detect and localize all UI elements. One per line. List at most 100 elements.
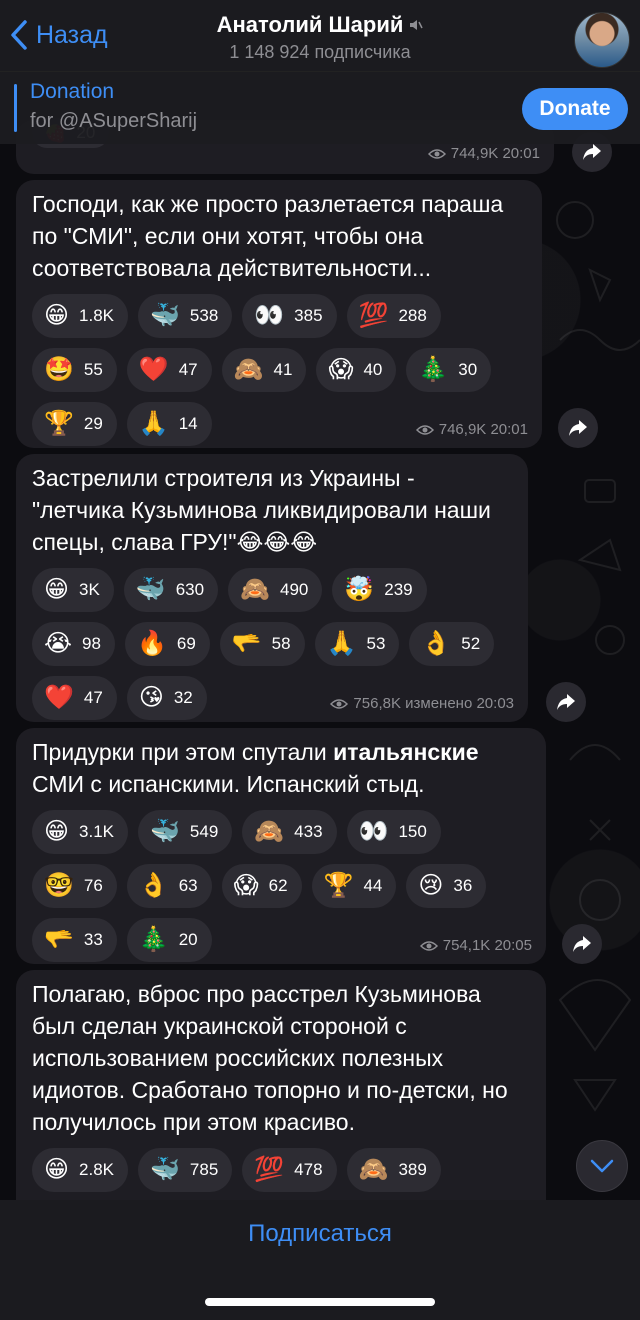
- message-text: Господи, как же просто разлетается параш…: [32, 191, 504, 281]
- reaction-chip[interactable]: 🤯 239: [332, 568, 427, 612]
- reaction-count: 47: [83, 688, 103, 707]
- reaction-emoji: 😱: [233, 872, 259, 899]
- reaction-chip[interactable]: 🐳 630: [123, 568, 219, 612]
- reaction-chip[interactable]: 🐳 549: [138, 810, 233, 854]
- message-bubble[interactable]: Придурки при этом спутали итальянские СМ…: [16, 728, 546, 964]
- reaction-chip[interactable]: ❤️ 47: [126, 348, 212, 392]
- reaction-emoji: 👀: [358, 818, 389, 845]
- reaction-chip[interactable]: 😁 1.8K: [32, 294, 129, 338]
- reaction-chip[interactable]: 💯 478: [242, 1148, 337, 1192]
- reaction-chip[interactable]: 😁 3K: [32, 568, 114, 612]
- reaction-count: 433: [294, 822, 323, 841]
- reaction-chip[interactable]: 🐳 538: [138, 294, 233, 338]
- channel-avatar[interactable]: [574, 12, 630, 68]
- reaction-emoji: 🏆: [323, 872, 354, 899]
- channel-title: Анатолий Шарий: [217, 12, 424, 38]
- reaction-count: 3K: [79, 580, 100, 599]
- reaction-chip[interactable]: 🙈 433: [242, 810, 337, 854]
- reaction-chip[interactable]: 😁 3.1K: [32, 810, 129, 854]
- reaction-chip[interactable]: 🐳 785: [138, 1148, 233, 1192]
- reaction-chip[interactable]: 🤩 55: [32, 348, 117, 392]
- share-button[interactable]: [558, 408, 598, 448]
- reaction-emoji: 😭: [44, 630, 73, 657]
- reaction-emoji: 🙈: [358, 1156, 389, 1183]
- message-bubble[interactable]: Господи, как же просто разлетается параш…: [16, 180, 542, 448]
- pinned-title: Donation: [30, 80, 115, 103]
- reaction-chip[interactable]: 👀 385: [242, 294, 337, 338]
- pinned-indicator: [14, 84, 17, 132]
- reaction-count: 98: [82, 634, 101, 653]
- reaction-emoji: 🙈: [254, 818, 285, 845]
- reaction-count: 62: [268, 876, 288, 895]
- scroll-to-bottom-button[interactable]: [576, 1140, 628, 1192]
- reaction-count: 538: [189, 306, 219, 325]
- reaction-emoji: 🫳: [44, 926, 74, 953]
- share-arrow-icon: [557, 694, 575, 710]
- reaction-chip[interactable]: 👌 63: [126, 864, 212, 908]
- message-meta: 746,9K 20:01: [415, 421, 528, 438]
- share-arrow-icon: [573, 936, 591, 952]
- reaction-chip[interactable]: 🏆 44: [311, 864, 397, 908]
- share-button[interactable]: [546, 682, 586, 722]
- reaction-count: 490: [279, 580, 309, 599]
- reaction-emoji: 😢: [418, 872, 444, 899]
- reaction-chip[interactable]: 😱 62: [221, 864, 302, 908]
- reaction-count: 14: [178, 414, 198, 433]
- donate-button[interactable]: Donate: [522, 88, 628, 130]
- reaction-chip[interactable]: 👌 52: [409, 622, 495, 666]
- subscribe-button[interactable]: Подписаться: [0, 1220, 640, 1248]
- reaction-count: 36: [453, 876, 473, 895]
- home-indicator[interactable]: [205, 1298, 435, 1306]
- reaction-chip[interactable]: 😘 32: [126, 676, 207, 720]
- reaction-chip[interactable]: ❤️ 47: [32, 676, 117, 720]
- reaction-emoji: 🏆: [44, 410, 74, 437]
- share-button[interactable]: [562, 924, 602, 964]
- reaction-chip[interactable]: 🙏 53: [314, 622, 400, 666]
- reaction-chip[interactable]: 🙈 389: [346, 1148, 441, 1192]
- reaction-chip[interactable]: 🙈 41: [221, 348, 307, 392]
- reaction-emoji: 🙈: [240, 576, 270, 603]
- reaction-emoji: 😱: [328, 356, 354, 383]
- pinned-subtitle: for @ASuperSharij: [30, 110, 198, 132]
- message-text-part: СМИ с испанскими. Испанский стыд.: [32, 771, 425, 797]
- reaction-count: 40: [363, 360, 383, 379]
- message-bubble[interactable]: Полагаю, вброс про расстрел Кузьминова б…: [16, 970, 546, 1230]
- reaction-count: 2.8K: [79, 1160, 115, 1179]
- reaction-chip[interactable]: 🎄 30: [406, 348, 492, 392]
- reaction-chip[interactable]: 😁 2.8K: [32, 1148, 129, 1192]
- pinned-message-bar[interactable]: Donation for @ASuperSharij Donate: [0, 72, 640, 144]
- reaction-emoji: 🔥: [136, 630, 167, 657]
- reaction-emoji: 🤓: [44, 872, 74, 899]
- reaction-emoji: 🙏: [326, 630, 357, 657]
- reaction-chip[interactable]: 😱 40: [316, 348, 397, 392]
- reaction-chip[interactable]: 🔥 69: [124, 622, 210, 666]
- reaction-count: 33: [83, 930, 103, 949]
- reaction-count: 53: [366, 634, 386, 653]
- reaction-count: 63: [178, 876, 198, 895]
- reaction-chip[interactable]: 🫳 58: [219, 622, 305, 666]
- reaction-chip[interactable]: 🏆 29: [32, 402, 117, 446]
- reaction-chip[interactable]: 🎄 20: [126, 918, 212, 962]
- reaction-count: 76: [83, 876, 103, 895]
- reaction-emoji: 🐳: [150, 1156, 180, 1183]
- eye-icon: [415, 424, 434, 435]
- reaction-chip[interactable]: 🙏 14: [126, 402, 212, 446]
- reaction-count: 30: [458, 360, 478, 379]
- reaction-chip[interactable]: 💯 288: [346, 294, 441, 338]
- reaction-emoji: 💯: [358, 302, 389, 329]
- message-text: Застрелили строителя из Украины - "летчи…: [32, 465, 491, 555]
- reaction-chip[interactable]: 🙈 490: [228, 568, 323, 612]
- reaction-count: 478: [294, 1160, 323, 1179]
- reaction-chip[interactable]: 🫳 33: [32, 918, 117, 962]
- channel-info[interactable]: Анатолий Шарий 1 148 924 подписчика: [0, 12, 640, 63]
- reaction-chip[interactable]: 😭 98: [32, 622, 115, 666]
- reaction-chip[interactable]: 😢 36: [406, 864, 487, 908]
- message-bubble[interactable]: Застрелили строителя из Украины - "летчи…: [16, 454, 528, 722]
- reaction-count: 239: [384, 580, 413, 599]
- reaction-chip[interactable]: 👀 150: [346, 810, 441, 854]
- reaction-chip[interactable]: 🤓 76: [32, 864, 117, 908]
- share-arrow-icon: [569, 420, 587, 436]
- reaction-emoji: 🙏: [138, 410, 169, 437]
- reaction-emoji: 👀: [254, 302, 285, 329]
- bottom-bar: Подписаться: [0, 1200, 640, 1320]
